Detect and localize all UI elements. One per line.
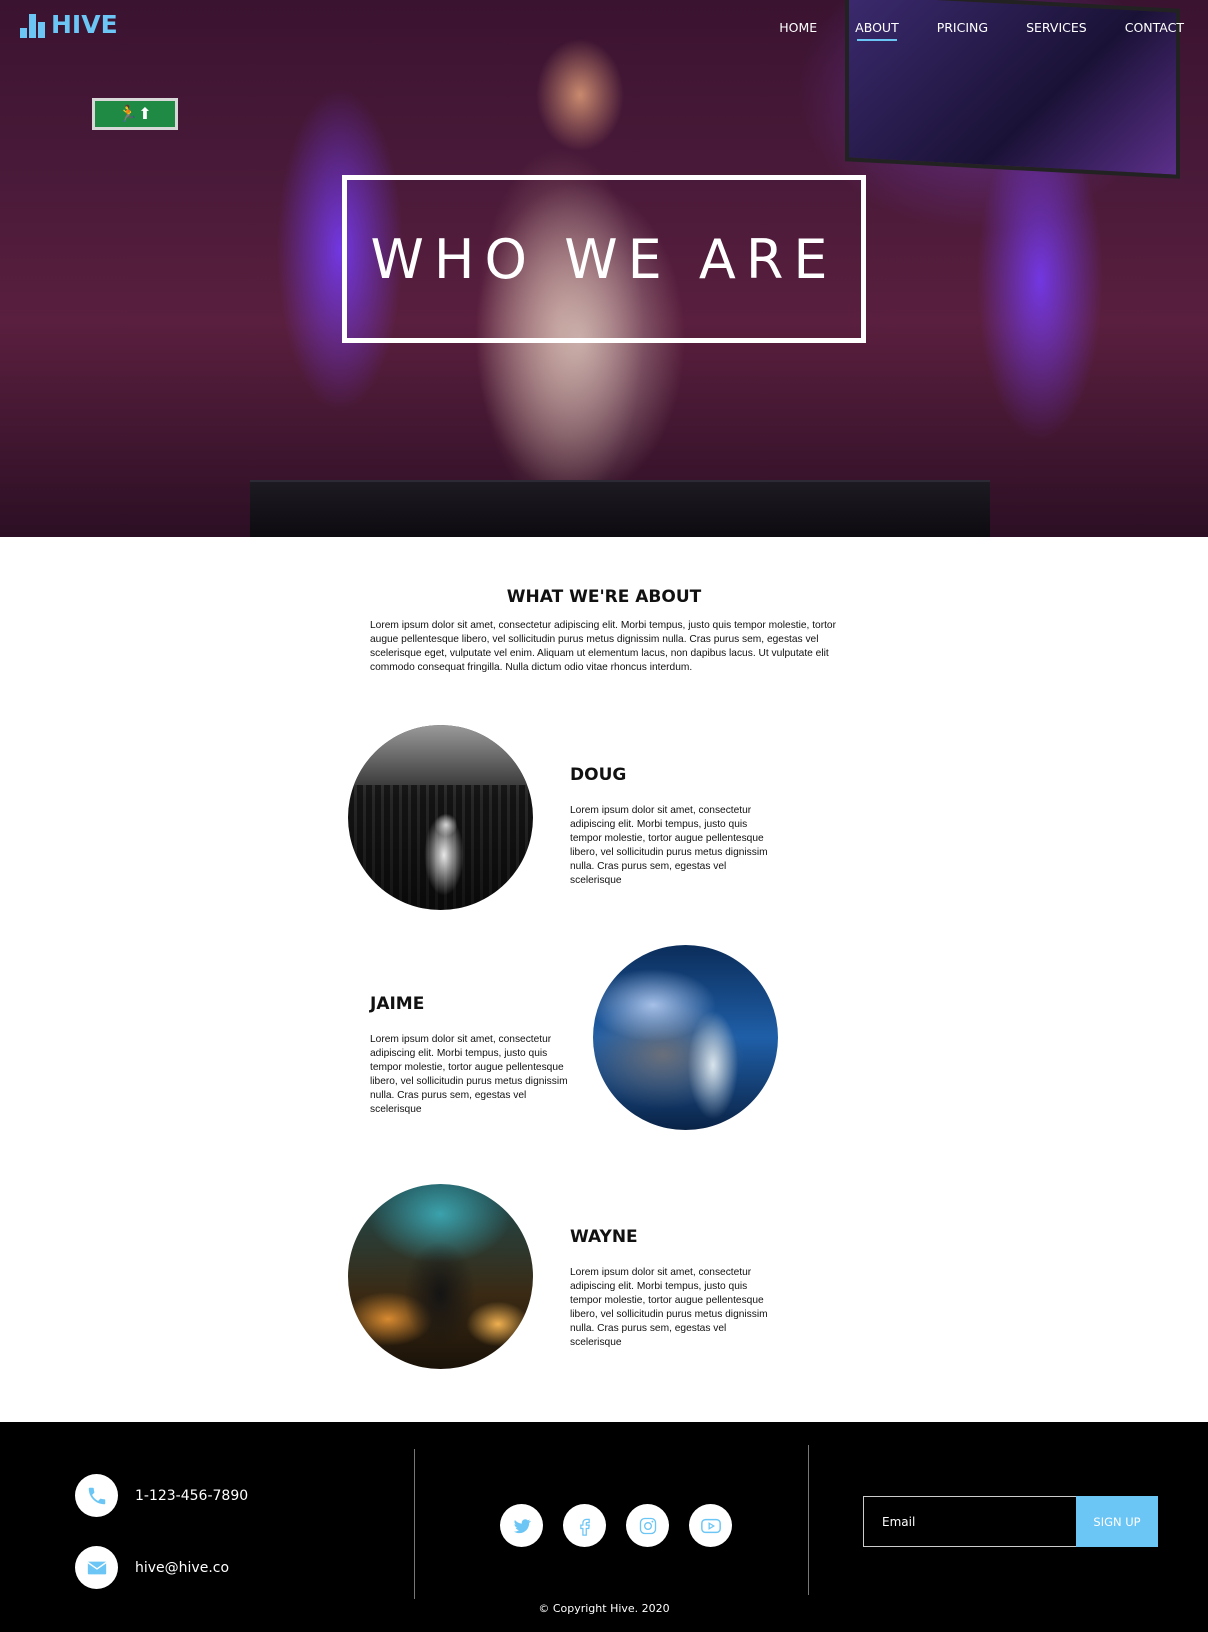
copyright: © Copyright Hive. 2020 xyxy=(538,1602,670,1615)
social-links xyxy=(500,1504,732,1547)
nav-about[interactable]: ABOUT xyxy=(855,20,899,41)
about-text: Lorem ipsum dolor sit amet, consectetur … xyxy=(370,620,836,673)
hero-section: 🏃⬆ HIVE HOME ABOUT PRICING SERVICES CONT… xyxy=(0,0,1208,537)
member-name-doug: DOUG xyxy=(570,765,627,785)
member-name-jaime: JAIME xyxy=(370,994,425,1014)
facebook-icon[interactable] xyxy=(563,1504,606,1547)
newsletter-signup: SIGN UP xyxy=(863,1496,1158,1547)
youtube-icon[interactable] xyxy=(689,1504,732,1547)
instagram-icon[interactable] xyxy=(626,1504,669,1547)
nav-services[interactable]: SERVICES xyxy=(1026,20,1087,41)
twitter-icon[interactable] xyxy=(500,1504,543,1547)
email-contact[interactable]: hive@hive.co xyxy=(75,1546,229,1589)
wayne-photo xyxy=(348,1184,533,1369)
hero-background-console xyxy=(250,480,990,537)
mail-icon xyxy=(75,1546,118,1589)
main-nav: HOME ABOUT PRICING SERVICES CONTACT xyxy=(741,20,1184,41)
member-bio-wayne: Lorem ipsum dolor sit amet, consectetur … xyxy=(570,1267,768,1348)
nav-home[interactable]: HOME xyxy=(779,20,817,41)
jaime-photo xyxy=(593,945,778,1130)
footer-divider-left xyxy=(414,1449,415,1599)
footer-divider-right xyxy=(808,1445,809,1595)
logo[interactable]: HIVE xyxy=(20,12,118,38)
logo-bars-icon xyxy=(20,14,45,38)
phone-number: 1-123-456-7890 xyxy=(135,1487,249,1504)
nav-pricing[interactable]: PRICING xyxy=(937,20,988,41)
nav-contact[interactable]: CONTACT xyxy=(1125,20,1184,41)
sign-up-button[interactable]: SIGN UP xyxy=(1076,1496,1158,1547)
hero-title: WHO WE ARE xyxy=(370,227,838,291)
email-address: hive@hive.co xyxy=(135,1559,230,1576)
member-bio-doug: Lorem ipsum dolor sit amet, consectetur … xyxy=(570,805,768,886)
about-heading: WHAT WE'RE ABOUT xyxy=(506,587,702,607)
logo-text: HIVE xyxy=(51,10,118,39)
email-input[interactable] xyxy=(863,1496,1076,1547)
phone-icon xyxy=(75,1474,118,1517)
exit-sign-image: 🏃⬆ xyxy=(92,98,178,130)
phone-contact[interactable]: 1-123-456-7890 xyxy=(75,1474,248,1517)
member-bio-jaime: Lorem ipsum dolor sit amet, consectetur … xyxy=(370,1034,568,1115)
hero-title-frame: WHO WE ARE xyxy=(342,175,866,343)
footer: 1-123-456-7890 hive@hive.co SIGN UP © Co… xyxy=(0,1422,1208,1632)
member-name-wayne: WAYNE xyxy=(570,1227,638,1247)
doug-photo xyxy=(348,725,533,910)
